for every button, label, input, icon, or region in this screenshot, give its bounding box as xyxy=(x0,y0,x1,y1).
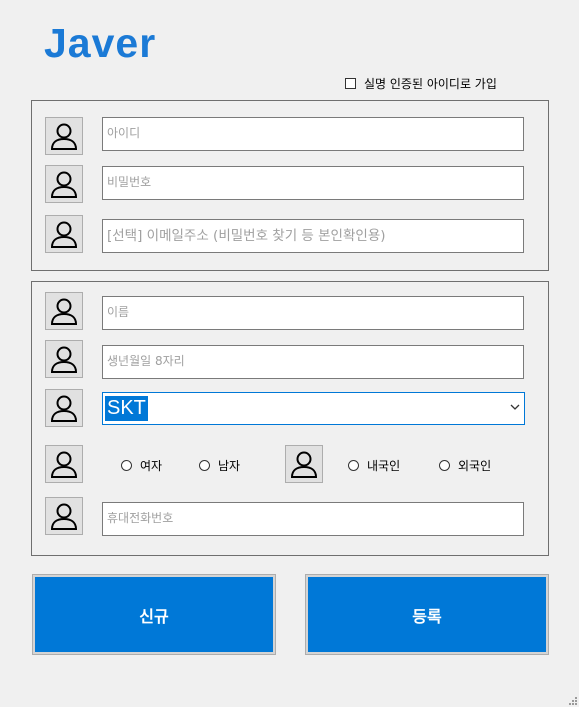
profile-group: 이름 생년월일 8자리 SKT 여자 남자 내국인 외국인 휴대전화번호 xyxy=(31,281,549,556)
user-icon xyxy=(50,346,78,373)
account-group: 아이디 비밀번호 [선택] 이메일주소 (비밀번호 찾기 등 본인확인용) xyxy=(31,100,549,271)
password-input[interactable]: 비밀번호 xyxy=(102,166,524,200)
name-user-icon-button[interactable] xyxy=(45,292,83,330)
realname-checkbox[interactable]: 실명 인증된 아이디로 가입 xyxy=(345,75,497,92)
realname-checkbox-label: 실명 인증된 아이디로 가입 xyxy=(364,77,497,91)
birth-user-icon-button[interactable] xyxy=(45,340,83,378)
checkbox-box[interactable] xyxy=(345,78,356,89)
user-icon xyxy=(50,298,78,325)
user-icon xyxy=(50,171,78,198)
user-icon xyxy=(50,221,78,248)
user-icon xyxy=(290,451,318,478)
radio-dot[interactable] xyxy=(439,460,450,471)
carrier-selected-value: SKT xyxy=(105,396,148,421)
new-button[interactable]: 신규 xyxy=(32,574,276,655)
user-icon xyxy=(50,451,78,478)
email-input[interactable]: [선택] 이메일주소 (비밀번호 찾기 등 본인확인용) xyxy=(102,219,524,253)
chevron-down-icon[interactable] xyxy=(510,402,520,412)
birth-input[interactable]: 생년월일 8자리 xyxy=(102,345,524,379)
nationality-radio-foreign[interactable]: 외국인 xyxy=(439,457,491,474)
phone-input[interactable]: 휴대전화번호 xyxy=(102,502,524,536)
id-user-icon-button[interactable] xyxy=(45,117,83,155)
radio-label: 여자 xyxy=(140,459,163,473)
app-logo: Javer xyxy=(44,20,157,66)
radio-label: 내국인 xyxy=(367,459,401,473)
user-icon xyxy=(50,123,78,150)
nationality-user-icon-button[interactable] xyxy=(285,445,323,483)
radio-dot[interactable] xyxy=(348,460,359,471)
gender-radio-male[interactable]: 남자 xyxy=(199,457,240,474)
radio-label: 외국인 xyxy=(458,459,492,473)
carrier-user-icon-button[interactable] xyxy=(45,389,83,427)
radio-dot[interactable] xyxy=(199,460,210,471)
password-user-icon-button[interactable] xyxy=(45,165,83,203)
phone-user-icon-button[interactable] xyxy=(45,497,83,535)
carrier-select[interactable]: SKT xyxy=(102,392,525,425)
user-icon xyxy=(50,395,78,422)
gender-user-icon-button[interactable] xyxy=(45,445,83,483)
resize-grip-icon[interactable] xyxy=(569,697,577,705)
email-user-icon-button[interactable] xyxy=(45,215,83,253)
gender-radio-female[interactable]: 여자 xyxy=(121,457,162,474)
nationality-radio-domestic[interactable]: 내국인 xyxy=(348,457,400,474)
radio-label: 남자 xyxy=(218,459,241,473)
id-input[interactable]: 아이디 xyxy=(102,117,524,151)
register-button[interactable]: 등록 xyxy=(305,574,549,655)
radio-dot[interactable] xyxy=(121,460,132,471)
user-icon xyxy=(50,503,78,530)
name-input[interactable]: 이름 xyxy=(102,296,524,330)
